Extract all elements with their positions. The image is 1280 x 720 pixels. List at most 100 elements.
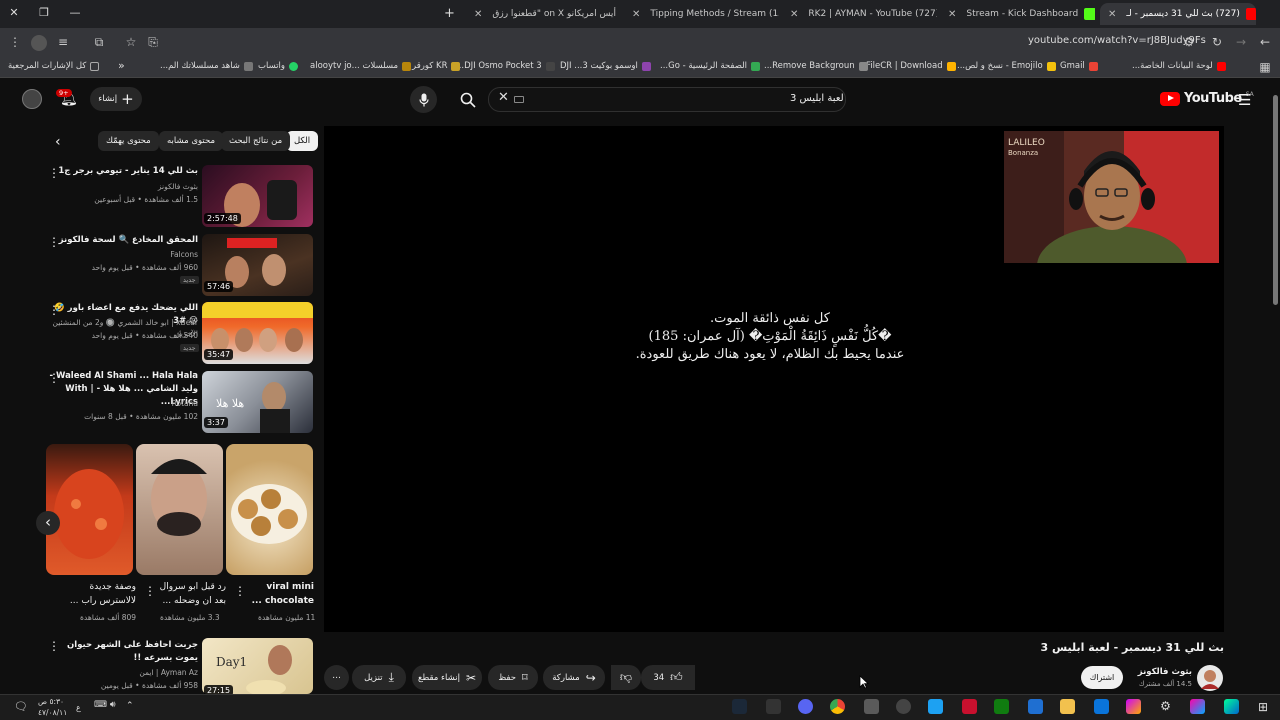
bookmark-item[interactable]: الصفحة الرئيسية - Go... xyxy=(660,61,761,71)
share-button[interactable]: ↪ مشاركة xyxy=(543,665,605,690)
address-bar[interactable]: youtube.com/watch?v=rJ8BJudy9Fs xyxy=(1028,35,1206,46)
bookmark-item[interactable]: مسلسلات ...alooytv jo xyxy=(310,61,412,71)
browser-tab[interactable]: (13) Tipping Methods / Stream ✕ xyxy=(624,3,779,25)
short-thumbnail[interactable] xyxy=(46,444,133,575)
reload-icon[interactable]: ↻ xyxy=(1210,35,1224,49)
network-volume-icon[interactable]: ⌨ 🔊︎ xyxy=(94,700,116,710)
forward-icon[interactable]: → xyxy=(1234,35,1248,49)
dislike-button[interactable]: 👎︎ xyxy=(611,665,641,690)
chip-similar[interactable]: محتوى مشابه xyxy=(159,131,223,151)
clock-date[interactable]: ٤٧/٠٨/١١ xyxy=(38,708,67,717)
steam-icon[interactable] xyxy=(732,699,747,714)
bookmark-item[interactable]: Remove Backgroun... xyxy=(764,61,868,71)
more-actions-icon[interactable]: ⋮ xyxy=(48,166,60,180)
app-icon[interactable] xyxy=(928,699,943,714)
extensions-icon[interactable]: ⧉ xyxy=(92,35,106,49)
app-icon[interactable] xyxy=(962,699,977,714)
video-title[interactable]: جربت احافظ على الشهر حيوان يموت بسرعه !! xyxy=(48,639,198,665)
copilot-icon[interactable] xyxy=(1190,699,1205,714)
bookmark-item[interactable]: DJI Osmo Pocket 3... xyxy=(456,61,555,71)
settings-gear-icon[interactable]: ⚙ xyxy=(1158,699,1173,714)
more-video-actions-button[interactable]: ⋯ xyxy=(324,665,349,690)
bookmark-item[interactable]: FileCR | Download xyxy=(866,61,956,71)
short-title[interactable]: viral mini chocolate ... xyxy=(250,580,314,608)
install-app-icon[interactable]: ⎘ xyxy=(146,35,160,49)
bookmark-star-icon[interactable]: ☆ xyxy=(124,35,138,49)
short-thumbnail[interactable] xyxy=(136,444,223,575)
app-icon[interactable] xyxy=(864,699,879,714)
channel-name[interactable]: Rotana xyxy=(48,398,198,409)
more-actions-icon[interactable]: ⋮ xyxy=(234,584,246,598)
more-actions-icon[interactable]: ⋮ xyxy=(48,303,60,317)
edge-icon[interactable] xyxy=(1224,699,1239,714)
browser-tab-active[interactable]: (727) بث للي 31 ديسمبر - لـ ✕ xyxy=(1100,3,1256,25)
more-actions-icon[interactable]: ⋮ xyxy=(48,639,60,653)
short-title[interactable]: رد قبل ابو سروال بعد ان وضحله ... xyxy=(152,580,226,608)
notifications-center-icon[interactable]: 🗨︎ xyxy=(14,700,28,713)
new-tab-button[interactable]: + xyxy=(444,6,455,21)
discord-icon[interactable] xyxy=(798,699,813,714)
clear-search-icon[interactable]: ✕ xyxy=(498,90,509,105)
browser-tab[interactable]: 𝕏 أيس امريكانو on X "قطعنوا رزق ✕ xyxy=(466,3,621,25)
close-window-icon[interactable]: ✕ xyxy=(4,6,24,19)
youtube-logo[interactable]: YouTube SA xyxy=(1160,91,1254,106)
bookmark-item[interactable]: KR كورقر xyxy=(412,61,461,71)
close-tab-icon[interactable]: ✕ xyxy=(474,9,482,20)
bookmark-item[interactable]: واتساب xyxy=(258,61,299,71)
bookmark-item[interactable]: شاهد مسلسلاتك الم... xyxy=(160,61,253,71)
more-actions-icon[interactable]: ⋮ xyxy=(48,235,60,249)
search-button[interactable] xyxy=(450,87,486,112)
app-icon[interactable] xyxy=(1126,699,1141,714)
chrome-icon[interactable] xyxy=(830,699,845,714)
chevron-left-icon[interactable]: ‹ xyxy=(55,134,61,150)
bookmark-item[interactable]: لوحة البيانات الخاصة... xyxy=(1132,61,1226,71)
keyboard-icon[interactable] xyxy=(514,96,524,103)
chip-all[interactable]: الكل xyxy=(286,131,319,151)
media-control-icon[interactable]: ≡ xyxy=(56,35,70,49)
clip-button[interactable]: ✂ إنشاء مقطع xyxy=(412,665,482,690)
app-icon[interactable] xyxy=(896,699,911,714)
short-thumbnail[interactable] xyxy=(226,444,313,575)
more-actions-icon[interactable]: ⋮ xyxy=(48,371,60,385)
xbox-icon[interactable] xyxy=(994,699,1009,714)
profile-avatar[interactable] xyxy=(31,35,47,51)
app-icon[interactable] xyxy=(1028,699,1043,714)
more-actions-icon[interactable]: ⋮ xyxy=(144,584,156,598)
apps-grid-icon[interactable]: ▦ xyxy=(1258,60,1272,74)
channel-name-main[interactable]: بثوث فالكونز xyxy=(1120,667,1192,677)
windows-start-icon[interactable]: ⊞ xyxy=(1258,700,1268,714)
back-icon[interactable]: ← xyxy=(1258,35,1272,49)
video-title[interactable]: المحقق المخادع 🔍 لسحة فالكونز xyxy=(48,234,198,247)
account-avatar[interactable] xyxy=(22,89,42,109)
more-bookmarks-icon[interactable]: » xyxy=(118,59,125,72)
input-language[interactable]: ع xyxy=(76,703,81,712)
subscribe-button[interactable]: اشتراك xyxy=(1081,666,1123,689)
app-icon[interactable] xyxy=(766,699,781,714)
download-button[interactable]: ⤓ تنزيل xyxy=(352,665,406,690)
channel-name[interactable]: Ayman Az | ايمن xyxy=(48,667,198,678)
close-tab-icon[interactable]: ✕ xyxy=(790,9,798,20)
maximize-window-icon[interactable]: ❐ xyxy=(34,6,54,19)
channel-name[interactable]: Falcons xyxy=(48,249,198,260)
clock-time[interactable]: ٥:٣٠ ص xyxy=(38,697,64,706)
tray-overflow-icon[interactable]: ⌃ xyxy=(126,701,134,711)
like-button[interactable]: 👍︎ 34 xyxy=(641,665,695,690)
chip-for-you[interactable]: محتوى يهمّك xyxy=(98,131,159,151)
menu-icon[interactable]: ⋮ xyxy=(8,35,22,49)
site-settings-icon[interactable]: ⚙ xyxy=(1182,35,1196,49)
bookmark-item[interactable]: Gmail xyxy=(1060,61,1098,71)
browser-tab[interactable]: Stream - Kick Dashboard ✕ xyxy=(940,3,1095,25)
close-tab-icon[interactable]: ✕ xyxy=(1108,9,1116,20)
bookmark-item[interactable]: Emojilo - نسخ و لص... xyxy=(957,61,1056,71)
chip-from-search[interactable]: من نتائج البحث xyxy=(221,131,291,151)
scrollbar-thumb[interactable] xyxy=(1273,95,1278,305)
all-bookmarks-folder[interactable]: كل الإشارات المرجعية xyxy=(8,61,100,71)
minimize-window-icon[interactable]: — xyxy=(65,6,85,19)
voice-search-button[interactable] xyxy=(410,86,437,113)
channel-avatar[interactable] xyxy=(1197,665,1223,691)
save-button[interactable]: ⌑ حفظ xyxy=(488,665,538,690)
close-tab-icon[interactable]: ✕ xyxy=(948,9,956,20)
app-icon[interactable] xyxy=(1094,699,1109,714)
shorts-prev-button[interactable]: ‹ xyxy=(36,511,60,535)
file-explorer-icon[interactable] xyxy=(1060,699,1075,714)
